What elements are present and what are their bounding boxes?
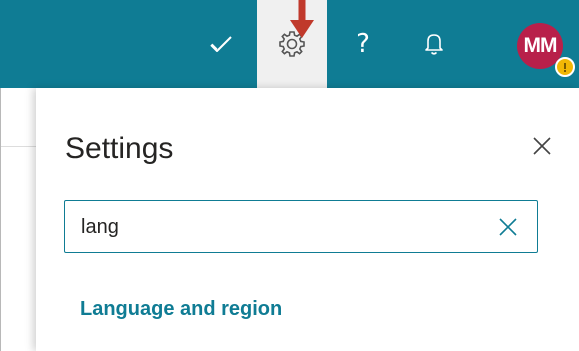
settings-panel-title: Settings xyxy=(65,132,174,165)
clear-x-icon xyxy=(499,218,517,236)
todo-button[interactable] xyxy=(186,0,256,88)
close-settings-button[interactable] xyxy=(530,134,554,158)
avatar-status-badge xyxy=(555,57,575,77)
bell-icon xyxy=(425,34,443,55)
alert-badge-icon xyxy=(564,63,566,72)
window-left-border xyxy=(0,88,1,351)
notifications-button[interactable] xyxy=(399,0,469,88)
background-page xyxy=(0,88,36,351)
annotation-arrow-icon xyxy=(290,0,314,38)
close-icon xyxy=(533,137,551,155)
search-result-language-and-region[interactable]: Language and region xyxy=(80,298,282,321)
settings-panel: Settings Language and region xyxy=(36,88,579,351)
help-button[interactable]: ? xyxy=(328,0,398,88)
settings-search-input[interactable] xyxy=(81,213,481,241)
settings-search-box xyxy=(64,200,538,253)
todo-check-icon xyxy=(210,36,232,52)
help-icon: ? xyxy=(356,29,370,59)
background-divider xyxy=(0,146,36,147)
avatar-initials: MM xyxy=(523,34,558,57)
clear-search-button[interactable] xyxy=(497,216,519,238)
